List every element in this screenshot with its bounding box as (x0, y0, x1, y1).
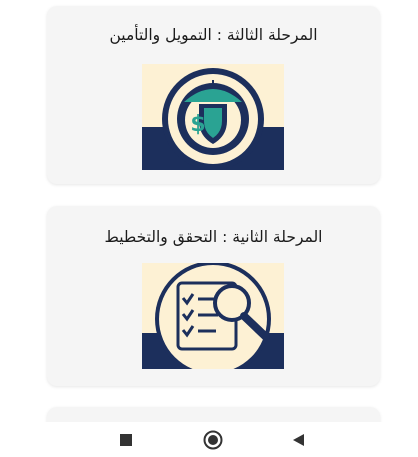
stage-2-title: المرحلة الثانية : التحقق والتخطيط (104, 228, 323, 246)
back-triangle-icon[interactable] (278, 422, 318, 457)
stage-3-title: المرحلة الثالثة : التمويل والتأمين (109, 26, 318, 44)
stage-2-card[interactable]: المرحلة الثانية : التحقق والتخطيط (47, 206, 380, 386)
home-circle-icon[interactable] (193, 422, 233, 457)
shield-umbrella-dollar-icon: $ (142, 64, 284, 170)
checklist-magnifier-icon (142, 263, 284, 369)
recents-square-icon[interactable] (106, 422, 146, 457)
svg-text:$: $ (190, 112, 205, 137)
navigation-bar (0, 422, 418, 457)
stage-3-card[interactable]: المرحلة الثالثة : التمويل والتأمين $ (47, 6, 380, 184)
